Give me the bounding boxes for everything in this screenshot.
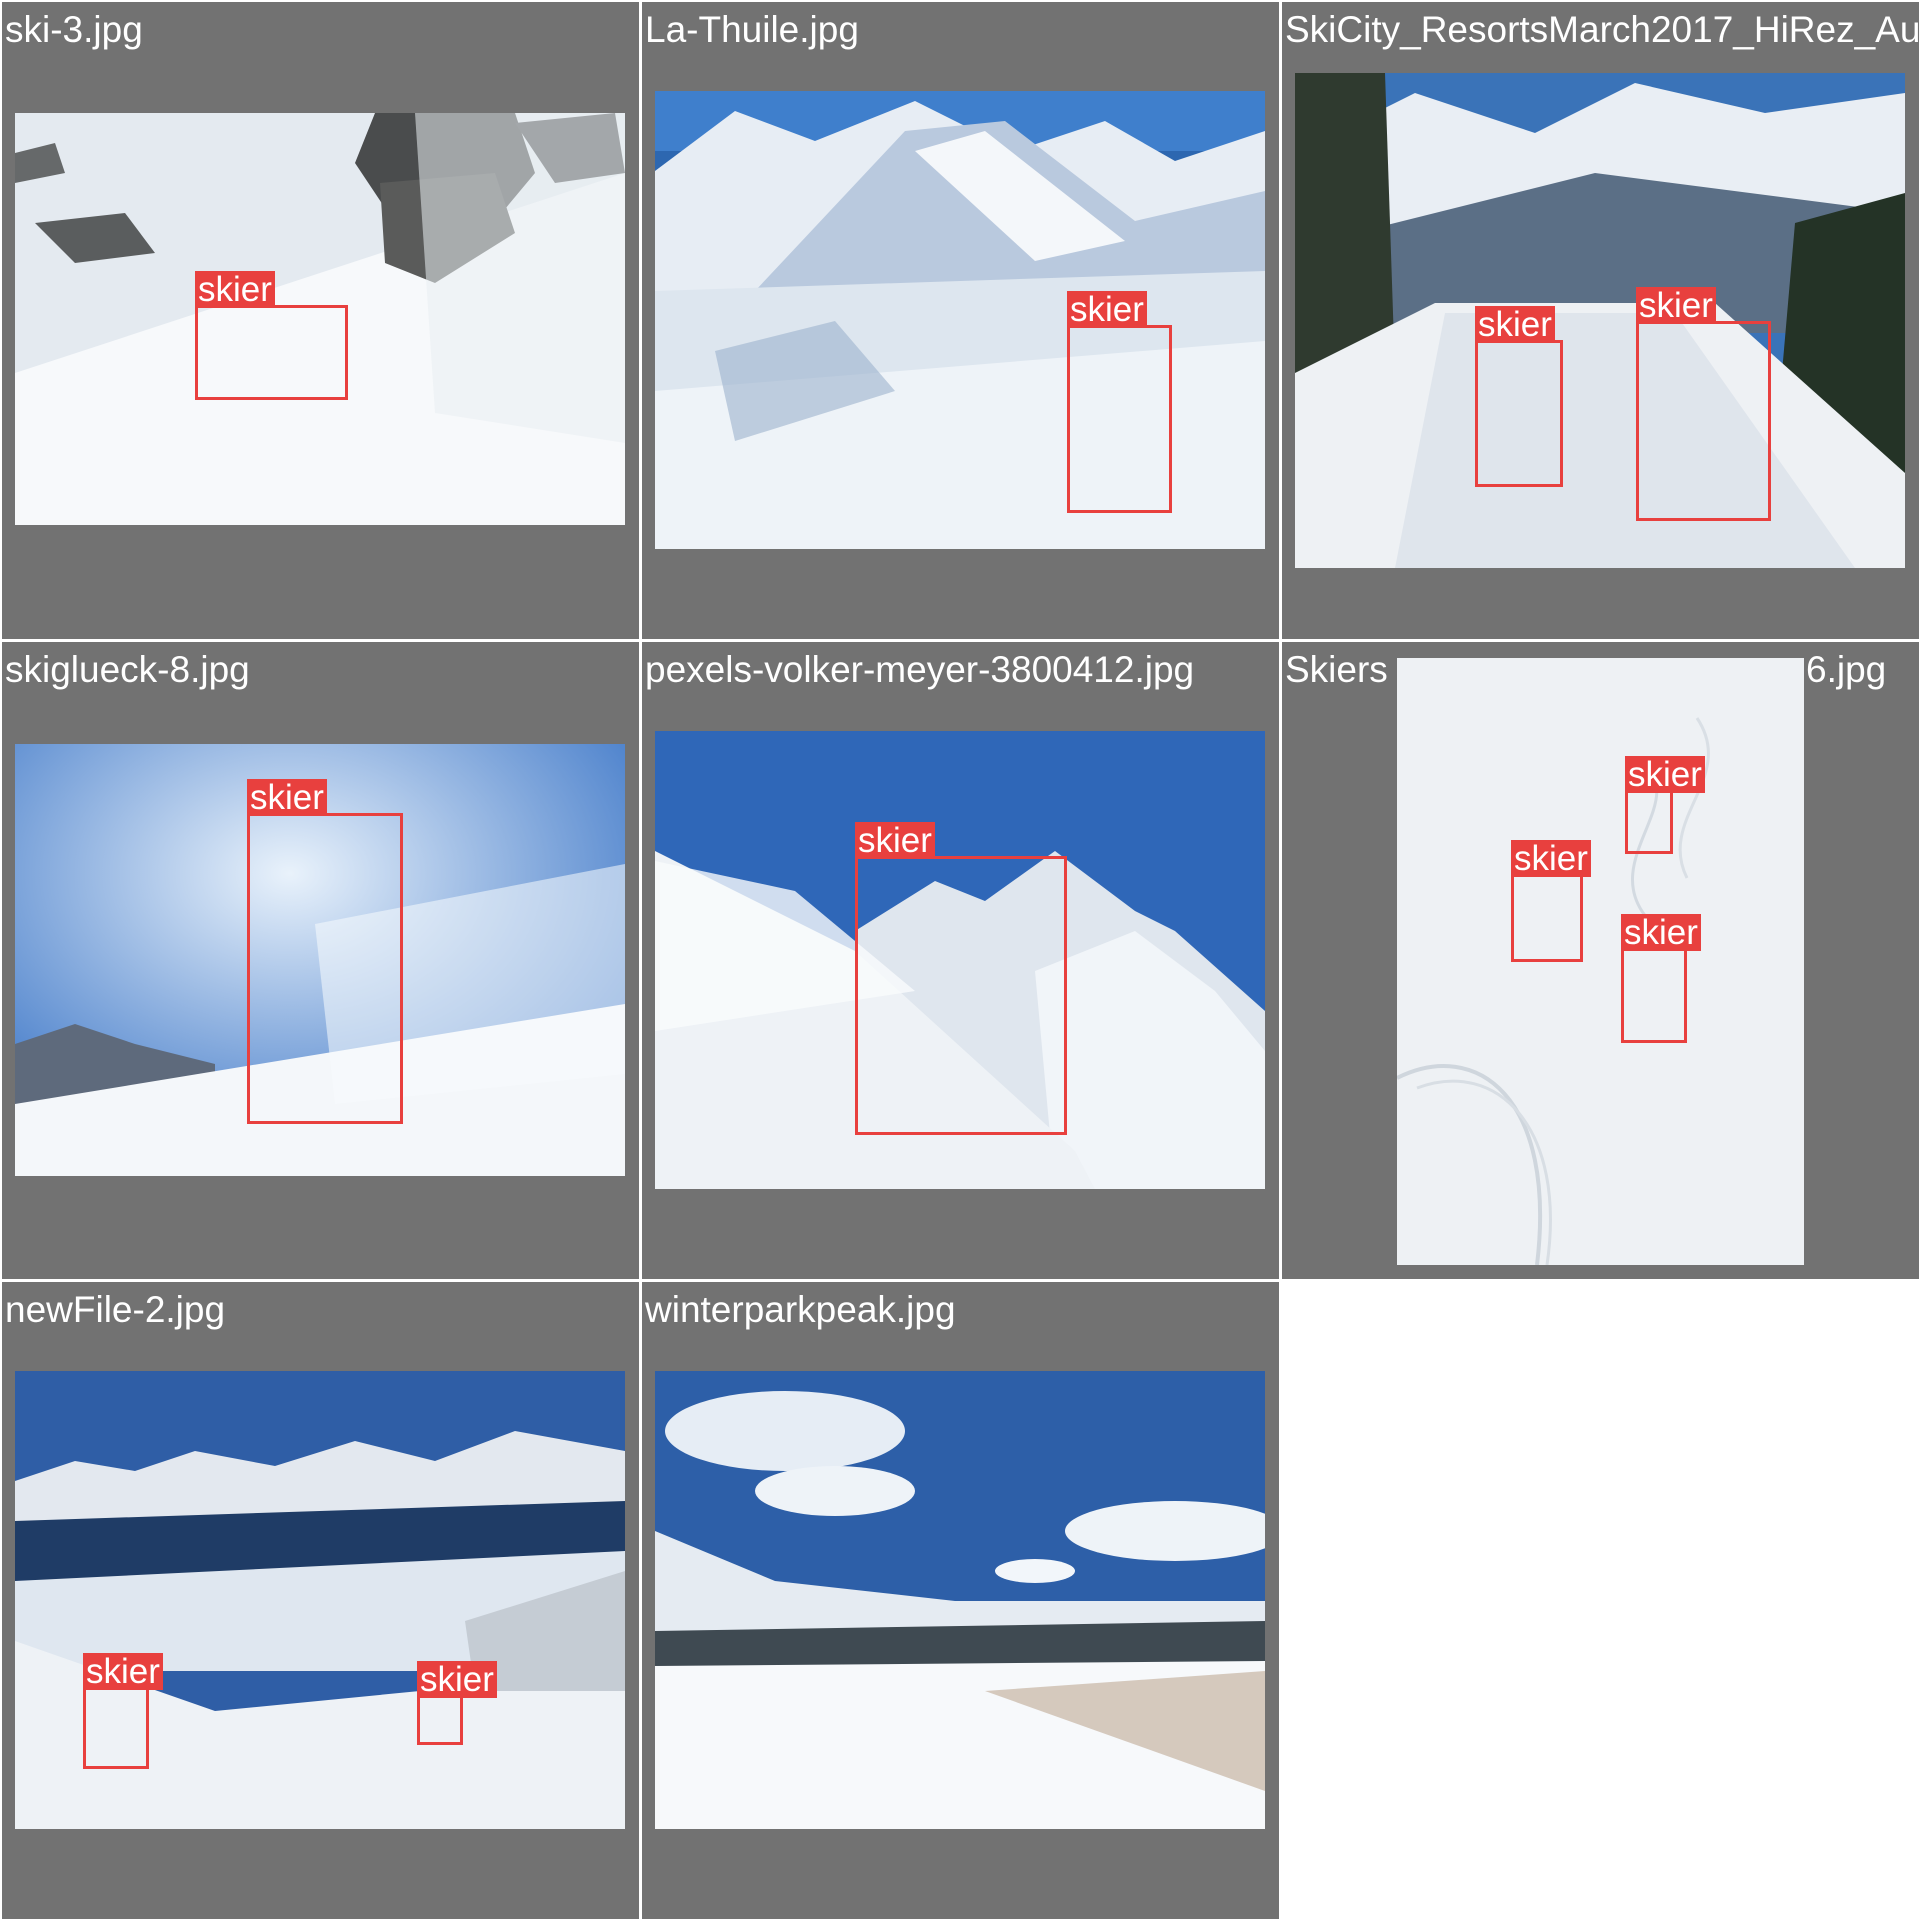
image-tile[interactable]: ski-3.jpg skier	[2, 2, 639, 639]
filename-label-tail: 6.jpg	[1806, 649, 1887, 690]
detection-label: skier	[1067, 291, 1147, 328]
detection-box: skier	[1067, 291, 1172, 513]
detection-label: skier	[1511, 840, 1591, 877]
detection-label: skier	[83, 1653, 163, 1690]
detection-box: skier	[83, 1653, 163, 1769]
detection-label: skier	[1625, 756, 1705, 793]
image-tile[interactable]: pexels-volker-meyer-3800412.jpg skier	[642, 642, 1279, 1279]
filename-label: La-Thuile.jpg	[645, 9, 859, 50]
detection-label: skier	[1621, 914, 1701, 951]
image-tile[interactable]: SkiCity_ResortsMarch2017_HiRez_Au skier …	[1282, 2, 1919, 639]
filename-label: pexels-volker-meyer-3800412.jpg	[645, 649, 1195, 690]
detection-box: skier	[417, 1661, 497, 1745]
filename-label: winterparkpeak.jpg	[645, 1289, 956, 1330]
photo-thumbnail	[1397, 658, 1804, 1265]
detection-box: skier	[855, 822, 1067, 1135]
image-tile[interactable]: winterparkpeak.jpg	[642, 1282, 1279, 1919]
photo-thumbnail	[655, 1371, 1265, 1829]
image-tile[interactable]: Skiers 6.jpg skier skier skier	[1282, 642, 1919, 1279]
image-tile[interactable]: skiglueck-8.jpg skier	[2, 642, 639, 1279]
detection-label: skier	[195, 271, 275, 308]
detection-box: skier	[1636, 287, 1771, 521]
detection-box: skier	[247, 779, 403, 1124]
image-tile[interactable]: La-Thuile.jpg skier	[642, 2, 1279, 639]
photo-thumbnail	[1295, 73, 1905, 568]
detection-box: skier	[1621, 914, 1701, 1043]
photo-thumbnail	[655, 91, 1265, 549]
filename-label: newFile-2.jpg	[5, 1289, 226, 1330]
filename-label: ski-3.jpg	[5, 9, 143, 50]
filename-label: SkiCity_ResortsMarch2017_HiRez_Au	[1285, 9, 1919, 50]
detection-label: skier	[417, 1661, 497, 1698]
detection-box: skier	[195, 271, 348, 400]
detection-label: skier	[855, 822, 935, 859]
detection-box: skier	[1625, 756, 1705, 854]
filename-label: skiglueck-8.jpg	[5, 649, 250, 690]
filename-label: Skiers	[1285, 649, 1388, 690]
detection-box: skier	[1475, 306, 1563, 487]
detection-label: skier	[1636, 287, 1716, 324]
detection-label: skier	[247, 779, 327, 816]
detection-box: skier	[1511, 840, 1591, 962]
detection-label: skier	[1475, 306, 1555, 343]
image-tile[interactable]: newFile-2.jpg skier skier	[2, 1282, 639, 1919]
